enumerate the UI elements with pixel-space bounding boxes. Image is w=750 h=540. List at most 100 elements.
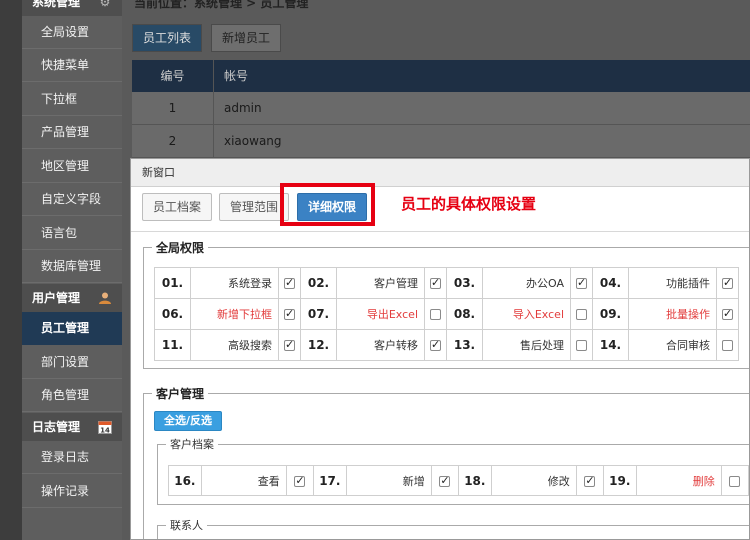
sidebar-group-system[interactable]: 系统管理 ⚙ [22, 0, 122, 16]
contacts-fieldset: 联系人 [157, 517, 749, 539]
sidebar-item-shortcut-menu[interactable]: 快捷菜单 [22, 49, 122, 82]
modal-window: 新窗口 员工档案 管理范围 详细权限 员工的具体权限设置 全局权限 01. 系统登… [130, 158, 750, 540]
modal-title: 新窗口 [131, 159, 749, 187]
staff-table: 编号 帐号 1 admin 2 xiaowang [132, 60, 750, 158]
sidebar-item-products[interactable]: 产品管理 [22, 116, 122, 149]
table-header: 编号 帐号 [132, 60, 750, 92]
permission-checkbox-cell [716, 298, 739, 330]
permission-checkbox-cell [720, 465, 749, 496]
permission-checkbox[interactable] [439, 474, 451, 487]
permission-number: 09. [592, 298, 629, 330]
table-row[interactable]: 1 admin [132, 92, 750, 125]
annotation-text: 员工的具体权限设置 [401, 195, 537, 213]
permission-number: 02. [300, 267, 337, 299]
permission-number: 07. [300, 298, 337, 330]
cell-account: xiaowang [224, 134, 282, 148]
permission-number: 01. [154, 267, 191, 299]
sidebar-item-regions[interactable]: 地区管理 [22, 150, 122, 183]
permission-label: 新增下拉框 [190, 298, 279, 330]
permission-checkbox[interactable] [584, 474, 596, 487]
sidebar-item-global-settings[interactable]: 全局设置 [22, 16, 122, 49]
sidebar-item-database[interactable]: 数据库管理 [22, 250, 122, 283]
tab-management-scope[interactable]: 管理范围 [219, 193, 290, 221]
sidebar-item-custom-fields[interactable]: 自定义字段 [22, 183, 122, 216]
sidebar-item-staff[interactable]: 员工管理 [22, 312, 122, 345]
sidebar: 系统管理 ⚙ 全局设置 快捷菜单 下拉框 产品管理 地区管理 自定义字段 语言包… [0, 0, 122, 540]
sidebar-group-user[interactable]: 用户管理 [22, 284, 122, 312]
sidebar-item-dropdown[interactable]: 下拉框 [22, 83, 122, 116]
gear-icon: ⚙ [99, 0, 111, 9]
breadcrumb: 当前位置：系统管理 > 员工管理 [134, 0, 309, 10]
global-permissions-table: 01.系统登录02.客户管理03.办公OA04.功能插件06.新增下拉框07.导… [154, 267, 739, 361]
sidebar-item-language-pack[interactable]: 语言包 [22, 217, 122, 250]
permission-checkbox[interactable] [430, 276, 441, 289]
sidebar-group-label: 系统管理 [32, 0, 81, 9]
cell-account: admin [224, 101, 262, 115]
permission-checkbox[interactable] [722, 340, 733, 351]
tab-staff-list[interactable]: 员工列表 [132, 24, 203, 52]
cell-id: 1 [132, 92, 214, 124]
sidebar-item-operation-log[interactable]: 操作记录 [22, 475, 122, 508]
permission-number: 17. [312, 465, 347, 496]
permission-row: 16.查看 17.新增 18.修改 19.删除 [168, 465, 749, 496]
permission-checkbox[interactable] [284, 276, 295, 289]
calendar-icon: 14 [98, 420, 112, 435]
column-header-id: 编号 [132, 60, 214, 92]
select-all-button[interactable]: 全选/反选 [154, 411, 223, 431]
contacts-legend: 联系人 [170, 519, 203, 532]
permission-checkbox[interactable] [722, 276, 733, 289]
permission-checkbox[interactable] [576, 276, 587, 289]
divider [131, 231, 749, 232]
permission-checkbox-cell [430, 465, 459, 496]
permission-label: 办公OA [482, 267, 571, 299]
permission-checkbox-cell [424, 298, 447, 330]
tab-staff-profile[interactable]: 员工档案 [142, 193, 213, 221]
permission-checkbox-cell [424, 267, 447, 299]
permission-checkbox-cell [424, 329, 447, 361]
permission-number: 03. [446, 267, 483, 299]
permission-number: 16. [168, 465, 202, 496]
permission-label: 批量操作 [628, 298, 717, 330]
permission-checkbox-cell [570, 298, 593, 330]
permission-number: 12. [300, 329, 337, 361]
permission-label: 删除 [635, 465, 722, 496]
permission-label: 系统登录 [190, 267, 279, 299]
sidebar-item-login-log[interactable]: 登录日志 [22, 441, 122, 474]
tab-add-staff[interactable]: 新增员工 [211, 24, 282, 52]
sidebar-item-roles[interactable]: 角色管理 [22, 379, 122, 412]
sidebar-strip [0, 0, 22, 540]
permission-checkbox-cell [570, 329, 593, 361]
cell-id: 2 [132, 125, 214, 157]
permission-checkbox[interactable] [576, 340, 587, 351]
permission-checkbox-cell [278, 298, 301, 330]
permission-row: 06.新增下拉框 07.导出Excel 08.导入Excel 09.批量操作 [154, 298, 739, 330]
permission-number: 11. [154, 329, 191, 361]
permission-checkbox-cell [716, 329, 739, 361]
permission-number: 08. [446, 298, 483, 330]
global-permissions-legend: 全局权限 [156, 241, 205, 255]
permission-checkbox[interactable] [729, 475, 741, 487]
permission-number: 13. [446, 329, 483, 361]
permission-label: 合同审核 [628, 329, 717, 361]
permission-label: 导出Excel [336, 298, 425, 330]
column-header-account: 帐号 [224, 69, 249, 83]
permission-checkbox[interactable] [294, 474, 306, 487]
sidebar-group-log[interactable]: 日志管理 14 [22, 413, 122, 441]
permission-checkbox-cell [285, 465, 314, 496]
permission-checkbox[interactable] [576, 309, 587, 320]
customer-archive-legend: 客户档案 [170, 438, 214, 451]
permission-row: 01.系统登录 02.客户管理 03.办公OA 04.功能插件 [154, 267, 739, 299]
sidebar-item-departments[interactable]: 部门设置 [22, 346, 122, 379]
permission-number: 19. [602, 465, 637, 496]
permission-checkbox[interactable] [722, 307, 733, 320]
permission-checkbox[interactable] [284, 338, 295, 351]
permission-checkbox-cell [278, 267, 301, 299]
permission-number: 06. [154, 298, 191, 330]
customer-archive-table: 16.查看 17.新增 18.修改 19.删除 [168, 465, 749, 496]
permission-checkbox[interactable] [430, 309, 441, 320]
permission-checkbox[interactable] [284, 307, 295, 320]
permission-checkbox-cell [278, 329, 301, 361]
highlight-box [280, 183, 375, 226]
table-row[interactable]: 2 xiaowang [132, 125, 750, 158]
permission-checkbox[interactable] [430, 338, 441, 351]
